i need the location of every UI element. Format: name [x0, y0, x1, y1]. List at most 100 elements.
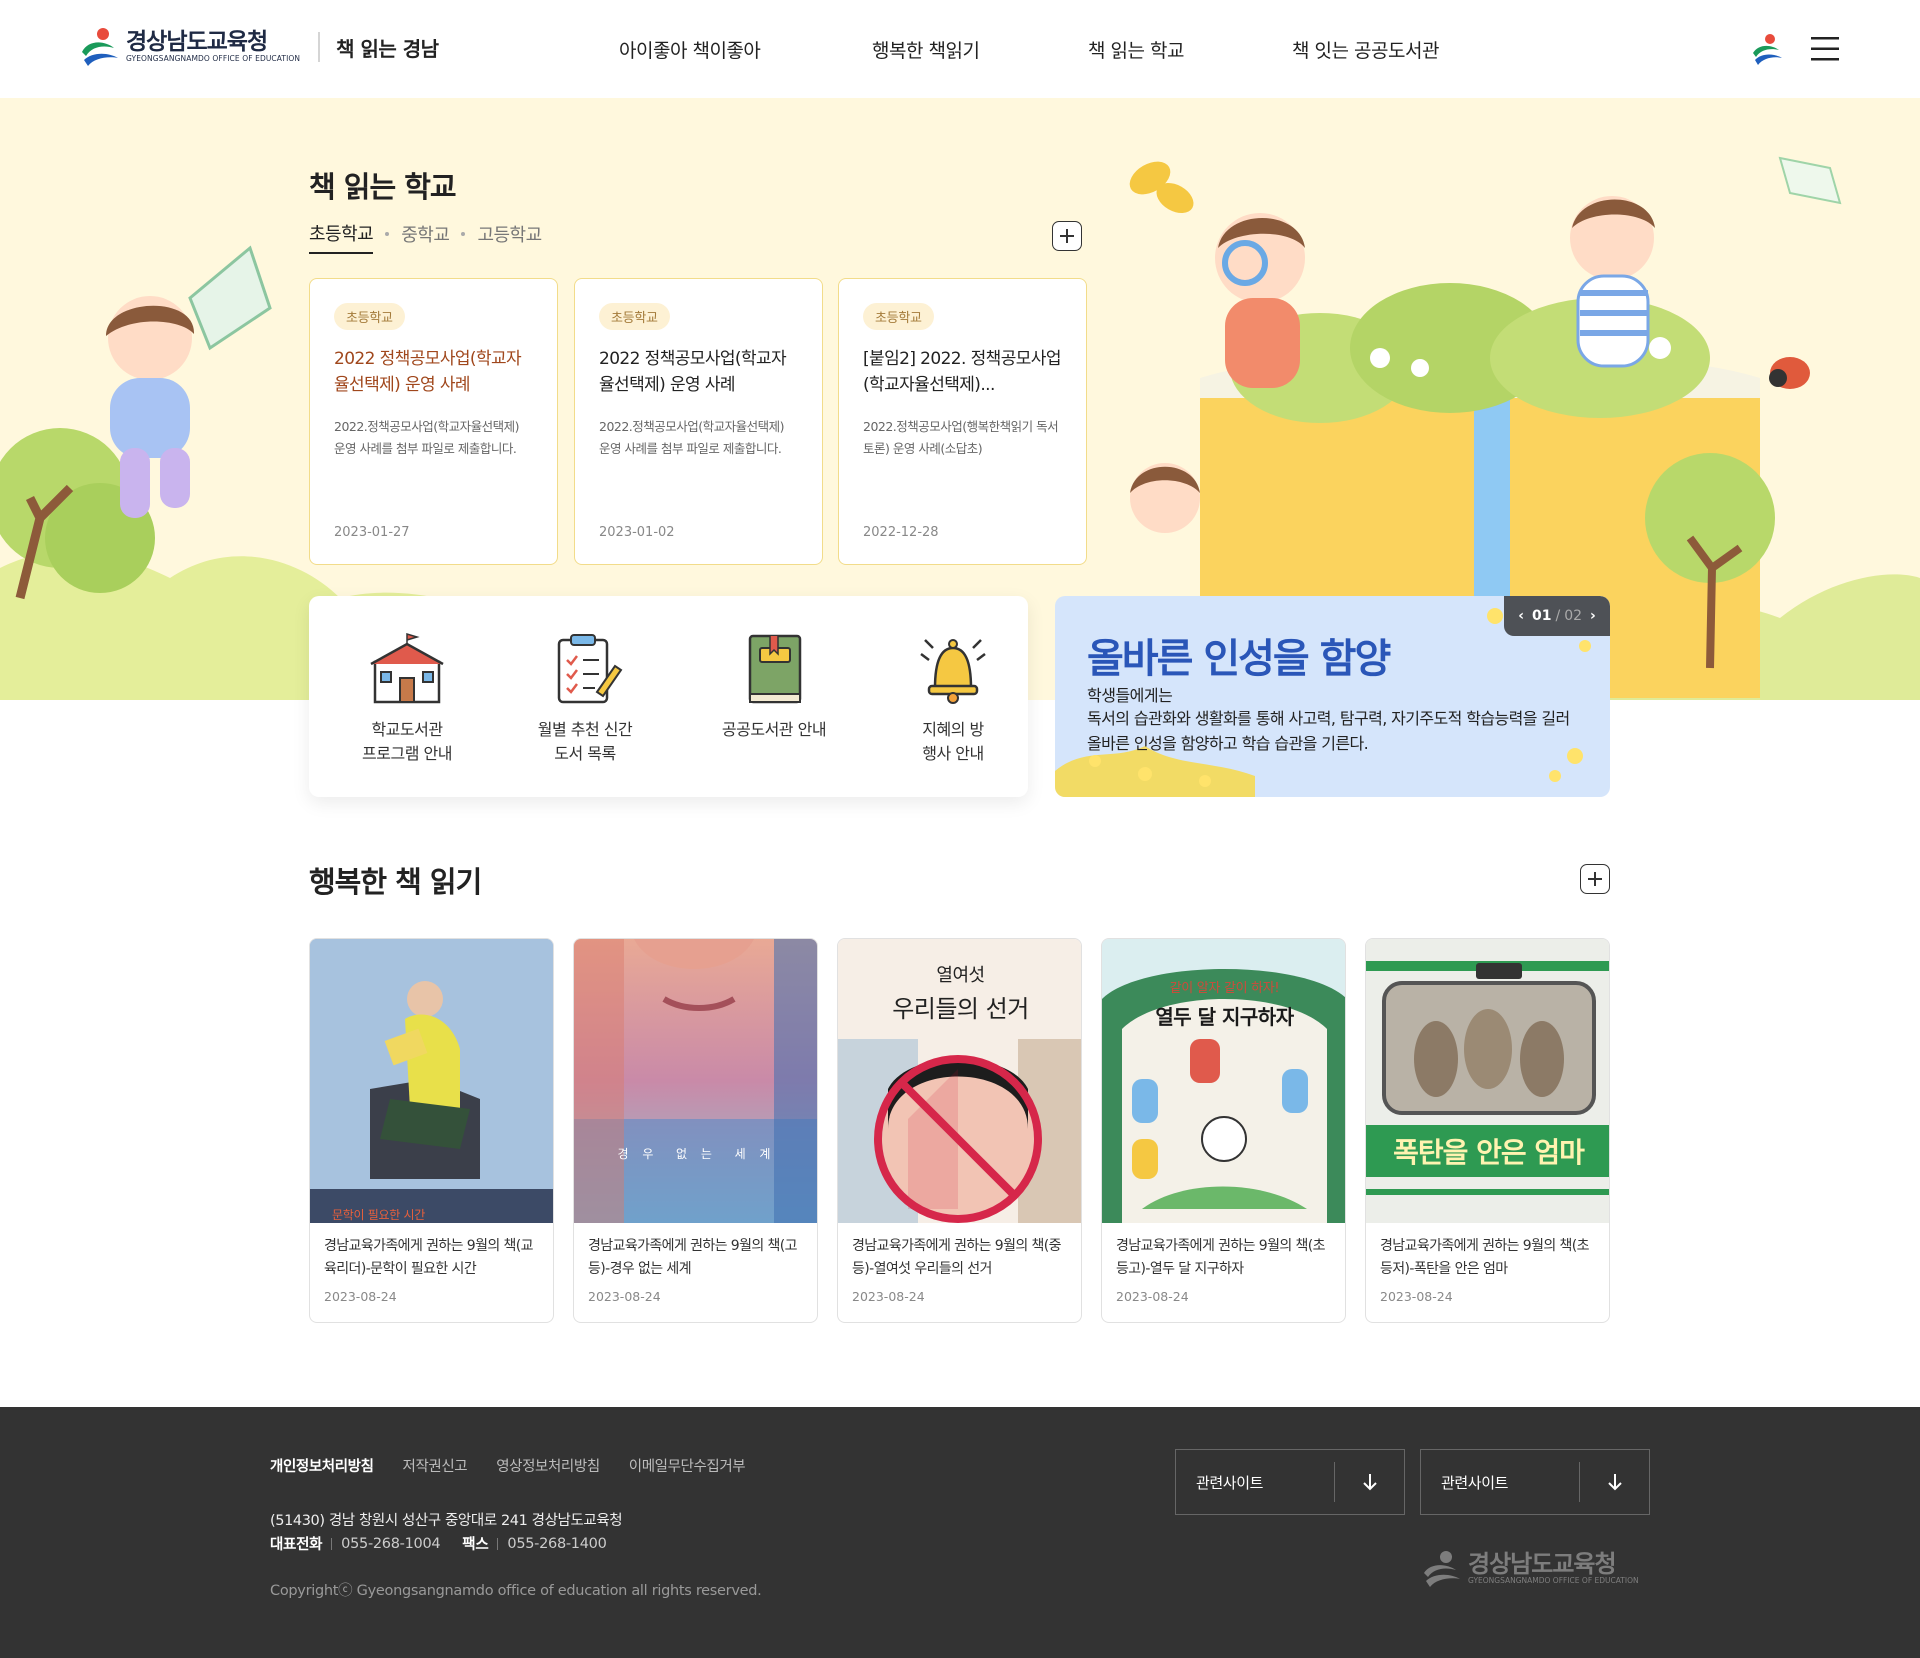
nav-item-kids-books[interactable]: 아이좋아 책이좋아 [619, 36, 761, 63]
book-title: 경남교육가족에게 권하는 9월의 책(고등)-경우 없는 세계 [588, 1238, 798, 1277]
footer-fax-label: 팩스 [462, 1537, 489, 1553]
quick-item-public-library[interactable]: 공공도서관 안내 [694, 632, 854, 742]
book-icon [748, 634, 802, 704]
book-cover-image: 문학이 필요한 시간 [310, 939, 553, 1223]
school-icon [370, 632, 444, 704]
nav-item-reading-school[interactable]: 책 읽는 학교 [1088, 36, 1184, 63]
quick-item-label: 공공도서관 안내 [721, 720, 827, 739]
book-cover-title: 폭탄을 안은 엄마 [1393, 1136, 1585, 1169]
quick-item-school-library[interactable]: 학교도서관 프로그램 안내 [327, 632, 487, 766]
select-label: 관련사이트 [1196, 1473, 1264, 1492]
reading-school-title: 책 읽는 학교 [309, 170, 457, 204]
footer-logo-korean: 경상남도교육청 [1468, 1550, 1617, 1578]
book-date: 2023-08-24 [324, 1289, 397, 1304]
footer-link-video-privacy[interactable]: 영상정보처리방침 [496, 1455, 600, 1476]
pager-current: 01 [1531, 608, 1552, 624]
related-sites-select-2[interactable]: 관련사이트 [1420, 1449, 1650, 1515]
footer-link-copyright-report[interactable]: 저작권신고 [403, 1455, 468, 1476]
post-date: 2022-12-28 [863, 525, 939, 540]
footer-fax: 055-268-1400 [507, 1535, 607, 1552]
book-title: 경남교육가족에게 권하는 9월의 책(교육리더)-문학이 필요한 시간 [324, 1238, 534, 1277]
nav-item-public-library[interactable]: 책 잇는 공공도서관 [1292, 36, 1439, 63]
book-cover-image: 폭탄을 안은 엄마 [1366, 939, 1609, 1223]
book-card[interactable]: 같이 알자 같이 하자! 열두 달 지구하자 경남교육가족에게 권하는 9월의 … [1101, 938, 1346, 1323]
tab-elementary[interactable]: 초등학교 [309, 220, 374, 254]
tab-middle[interactable]: 중학교 [401, 221, 450, 253]
nav-item-happy-reading[interactable]: 행복한 책읽기 [872, 36, 980, 63]
site-footer: 개인정보처리방침 저작권신고 영상정보처리방침 이메일무단수집거부 (51430… [0, 1407, 1920, 1658]
promo-body: 독서의 습관화와 생활화를 통해 사고력, 탐구력, 자기주도적 학습능력을 길… [1087, 709, 1570, 753]
footer-copyright: Copyrightⓒ Gyeongsangnamdo office of edu… [270, 1583, 762, 1599]
book-date: 2023-08-24 [1380, 1289, 1453, 1304]
post-description: 2022.정책공모사업(행복한책읽기 독서토론) 운영 사례(소답초) [863, 419, 1059, 456]
quick-item-wisdom-room[interactable]: 지혜의 방 행사 안내 [873, 632, 1033, 766]
book-title: 경남교육가족에게 권하는 9월의 책(초등저)-폭탄을 안은 엄마 [1380, 1238, 1590, 1277]
book-cover-art [574, 939, 817, 1223]
tab-separator-dot [385, 232, 390, 236]
book-cover-image: 같이 알자 같이 하자! 열두 달 지구하자 [1102, 939, 1345, 1223]
tab-high[interactable]: 고등학교 [477, 221, 542, 253]
footer-logo-english: GYEONGSANGNAMDO OFFICE OF EDUCATION [1468, 1576, 1639, 1585]
footer-logo: 경상남도교육청 GYEONGSANGNAMDO OFFICE OF EDUCAT… [1420, 1549, 1639, 1589]
book-card[interactable]: 문학이 필요한 시간 경남교육가족에게 권하는 9월의 책(교육리더)-문학이 … [309, 938, 554, 1323]
book-cover-image: 경 우 없 는 세 계 [574, 939, 817, 1223]
hamburger-menu-icon[interactable] [1808, 32, 1842, 66]
office-logo-icon [1424, 1551, 1460, 1587]
school-level-tabs: 초등학교 중학교 고등학교 [309, 220, 542, 254]
post-date: 2023-01-02 [599, 525, 675, 540]
tab-separator-dot [461, 232, 466, 236]
footer-link-privacy[interactable]: 개인정보처리방침 [270, 1455, 374, 1476]
footer-divider [497, 1537, 499, 1550]
school-post-card[interactable]: 초등학교 2022 정책공모사업(학교자율선택제) 운영 사례 2022.정책공… [574, 278, 823, 565]
footer-divider [331, 1537, 333, 1550]
book-cover-title: 경 우 없 는 세 계 [617, 1147, 776, 1161]
post-date: 2023-01-27 [334, 525, 410, 540]
office-home-icon[interactable] [1750, 32, 1784, 66]
promo-pager: ‹ 01 / 02 › [1504, 596, 1610, 636]
arrow-down-icon [1334, 1462, 1404, 1502]
promo-headline: 올바른 인성을 함양 [1087, 636, 1391, 682]
footer-tel-label: 대표전화 [270, 1537, 323, 1553]
post-description: 2022.정책공모사업(학교자율선택제) 운영 사례를 첨부 파일로 제출합니다… [334, 419, 520, 456]
book-card[interactable]: 폭탄을 안은 엄마 경남교육가족에게 권하는 9월의 책(초등저)-폭탄을 안은… [1365, 938, 1610, 1323]
footer-tel: 055-268-1004 [341, 1535, 441, 1552]
main-nav: 아이좋아 책이좋아 행복한 책읽기 책 읽는 학교 책 잇는 공공도서관 [0, 36, 1920, 66]
quick-item-label: 지혜의 방 행사 안내 [922, 720, 984, 763]
pager-total: 02 [1564, 608, 1583, 624]
chevron-left-icon[interactable]: ‹ [1510, 608, 1532, 624]
book-cover-title: 문학이 필요한 시간 [332, 1208, 425, 1222]
footer-address: (51430) 경남 창원시 성산구 중앙대로 241 경상남도교육청 [270, 1513, 623, 1529]
post-badge: 초등학교 [334, 303, 405, 330]
school-post-card[interactable]: 초등학교 [붙임2] 2022. 정책공모사업(학교자율선택제)... 2022… [838, 278, 1087, 565]
book-date: 2023-08-24 [1116, 1289, 1189, 1304]
quick-menu: 학교도서관 프로그램 안내 월별 추천 신간 도서 목록 공공도서관 안내 지혜… [309, 596, 1028, 797]
related-sites-select-1[interactable]: 관련사이트 [1175, 1449, 1405, 1515]
site-header: 경상남도교육청 GYEONGSANGNAMDO OFFICE OF EDUCAT… [0, 0, 1920, 98]
book-cover-title: 열두 달 지구하자 [1155, 1005, 1294, 1029]
chevron-right-icon[interactable]: › [1582, 608, 1604, 624]
book-date: 2023-08-24 [588, 1289, 661, 1304]
book-card[interactable]: 열여섯 우리들의 선거 경남교육가족에게 권하는 9월의 책(중등)-열여섯 우… [837, 938, 1082, 1323]
post-description: 2022.정책공모사업(학교자율선택제) 운영 사례를 첨부 파일로 제출합니다… [599, 419, 785, 456]
quick-item-label: 월별 추천 신간 도서 목록 [537, 720, 633, 763]
footer-links: 개인정보처리방침 저작권신고 영상정보처리방침 이메일무단수집거부 [270, 1455, 774, 1476]
quick-item-label: 학교도서관 프로그램 안내 [362, 720, 452, 763]
promo-banner[interactable]: 올바른 인성을 함양 학생들에게는 독서의 습관화와 생활화를 통해 사고력, … [1055, 596, 1610, 797]
happy-reading-more-button[interactable] [1580, 864, 1610, 894]
arrow-down-icon [1579, 1462, 1649, 1502]
book-cover-image: 열여섯 우리들의 선거 [838, 939, 1081, 1223]
post-title: 2022 정책공모사업(학교자율선택제) 운영 사례 [334, 349, 522, 395]
clipboard-icon [557, 634, 623, 704]
book-cover-art [838, 1039, 1081, 1223]
book-card[interactable]: 경 우 없 는 세 계 경남교육가족에게 권하는 9월의 책(고등)-경우 없는… [573, 938, 818, 1323]
quick-item-monthly-books[interactable]: 월별 추천 신간 도서 목록 [505, 632, 665, 766]
school-more-button[interactable] [1052, 221, 1082, 251]
book-title: 경남교육가족에게 권하는 9월의 책(중등)-열여섯 우리들의 선거 [852, 1238, 1062, 1277]
book-title: 경남교육가족에게 권하는 9월의 책(초등고)-열두 달 지구하자 [1116, 1238, 1326, 1277]
post-badge: 초등학교 [599, 303, 670, 330]
promo-subtitle: 학생들에게는 [1087, 686, 1173, 705]
school-post-card[interactable]: 초등학교 2022 정책공모사업(학교자율선택제) 운영 사례 2022.정책공… [309, 278, 558, 565]
footer-link-email-refusal[interactable]: 이메일무단수집거부 [629, 1455, 746, 1476]
book-date: 2023-08-24 [852, 1289, 925, 1304]
happy-reading-title: 행복한 책 읽기 [309, 865, 482, 899]
